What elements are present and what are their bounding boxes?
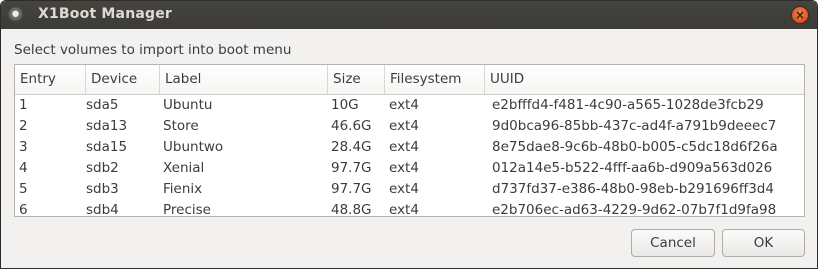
- cell-entry: 6: [19, 202, 28, 217]
- dialog-window: X1Boot Manager × Select volumes to impor…: [0, 0, 818, 269]
- table-row[interactable]: 2 sda13 Store 46.6G ext4 9d0bca96-85bb-4…: [15, 116, 804, 137]
- cell-label: Ubuntu: [163, 97, 213, 113]
- instruction-label: Select volumes to import into boot menu: [14, 42, 292, 58]
- cell-entry: 4: [19, 160, 28, 176]
- table-row[interactable]: 6 sdb4 Precise 48.8G ext4 e2b706ec-ad63-…: [15, 200, 804, 217]
- table-row[interactable]: 3 sda15 Ubuntwo 28.4G ext4 8e75dae8-9c6b…: [15, 137, 804, 158]
- cell-uuid: d737fd37-e386-48b0-98eb-b291696ff3d4: [492, 181, 774, 197]
- cancel-button[interactable]: Cancel: [631, 229, 715, 257]
- cell-label: Precise: [163, 202, 211, 217]
- cell-size: 97.7G: [331, 181, 372, 197]
- column-header-uuid[interactable]: UUID: [485, 65, 804, 94]
- table-row[interactable]: 1 sda5 Ubuntu 10G ext4 e2bfffd4-f481-4c9…: [15, 95, 804, 116]
- ok-button[interactable]: OK: [722, 229, 805, 257]
- cell-uuid: e2bfffd4-f481-4c90-a565-1028de3fcb29: [492, 97, 764, 113]
- column-header-device[interactable]: Device: [86, 65, 160, 94]
- cell-device: sda13: [86, 118, 128, 134]
- cell-device: sdb3: [86, 181, 119, 197]
- cell-label: Xenial: [163, 160, 205, 176]
- cell-label: Store: [163, 118, 199, 134]
- cell-entry: 3: [19, 139, 28, 155]
- column-header-filesystem[interactable]: Filesystem: [385, 65, 485, 94]
- cell-filesystem: ext4: [389, 181, 419, 197]
- cell-uuid: 8e75dae8-9c6b-48b0-b005-c5dc18d6f26a: [492, 139, 778, 155]
- cell-filesystem: ext4: [389, 97, 419, 113]
- cell-filesystem: ext4: [389, 202, 419, 217]
- column-header-entry[interactable]: Entry: [15, 65, 86, 94]
- cell-device: sdb4: [86, 202, 119, 217]
- cell-label: Ubuntwo: [163, 139, 224, 155]
- table-row[interactable]: 4 sdb2 Xenial 97.7G ext4 012a14e5-b522-4…: [15, 158, 804, 179]
- cell-device: sdb2: [86, 160, 119, 176]
- cell-filesystem: ext4: [389, 118, 419, 134]
- cell-entry: 5: [19, 181, 28, 197]
- cell-size: 28.4G: [331, 139, 372, 155]
- cell-size: 46.6G: [331, 118, 372, 134]
- cell-device: sda15: [86, 139, 128, 155]
- title-bar[interactable]: X1Boot Manager ×: [1, 1, 817, 29]
- column-header-size[interactable]: Size: [328, 65, 385, 94]
- close-icon[interactable]: ×: [792, 7, 808, 23]
- cell-entry: 1: [19, 97, 28, 113]
- cell-size: 48.8G: [331, 202, 372, 217]
- cell-uuid: 012a14e5-b522-4fff-aa6b-d909a563d026: [492, 160, 773, 176]
- cell-filesystem: ext4: [389, 139, 419, 155]
- cell-size: 10G: [331, 97, 359, 113]
- table-row[interactable]: 5 sdb3 Fienix 97.7G ext4 d737fd37-e386-4…: [15, 179, 804, 200]
- cell-device: sda5: [86, 97, 119, 113]
- cell-size: 97.7G: [331, 160, 372, 176]
- table-header: Entry Device Label Size Filesystem UUID: [15, 65, 804, 95]
- app-icon: [8, 7, 23, 22]
- volumes-table[interactable]: Entry Device Label Size Filesystem UUID …: [14, 64, 805, 217]
- window-title: X1Boot Manager: [38, 6, 173, 22]
- cell-label: Fienix: [163, 181, 203, 197]
- cell-filesystem: ext4: [389, 160, 419, 176]
- column-header-label[interactable]: Label: [160, 65, 328, 94]
- table-body: 1 sda5 Ubuntu 10G ext4 e2bfffd4-f481-4c9…: [15, 95, 804, 217]
- cell-uuid: 9d0bca96-85bb-437c-ad4f-a791b9deeec7: [492, 118, 777, 134]
- cell-entry: 2: [19, 118, 28, 134]
- cell-uuid: e2b706ec-ad63-4229-9d62-07b7f1d9fa98: [492, 202, 777, 217]
